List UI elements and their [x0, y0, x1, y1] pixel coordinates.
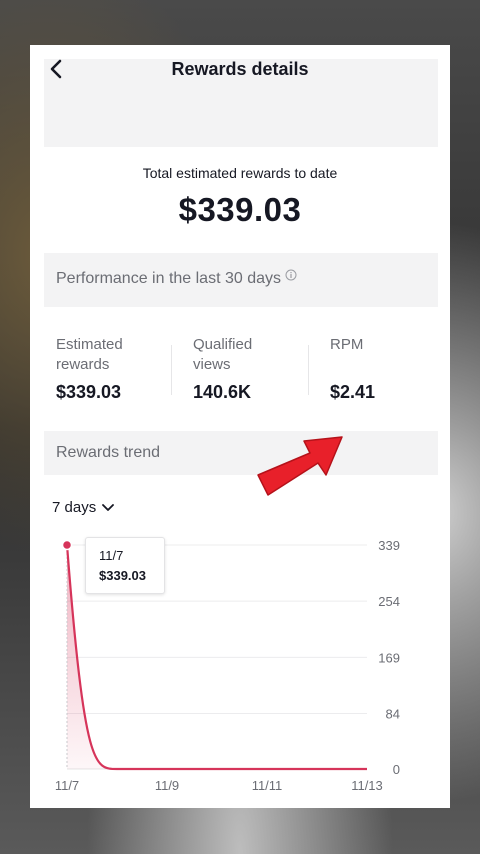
x-tick-label: 11/13: [351, 778, 383, 793]
y-tick-label: 339: [378, 538, 400, 553]
red-arrow-pointer: [257, 436, 343, 496]
data-point: [61, 539, 73, 551]
y-tick-label: 169: [378, 650, 400, 665]
x-tick-label: 11/7: [55, 778, 79, 793]
page-title: Rewards details: [171, 59, 309, 79]
tooltip-value: $339.03: [99, 568, 146, 583]
rewards-trend-chart: 0 84 169 254 339 11/7 11/9 11/11 11/13: [55, 538, 400, 793]
y-tick-label: 84: [386, 706, 400, 721]
tooltip-date: 11/7: [99, 548, 124, 563]
x-tick-label: 11/9: [155, 778, 179, 793]
y-tick-label: 254: [378, 594, 400, 609]
y-tick-label: 0: [393, 762, 400, 777]
rewards-details-card: Rewards details Total estimated rewards …: [30, 45, 450, 808]
x-tick-label: 11/11: [252, 778, 283, 793]
chart-tooltip: 11/7 $339.03: [85, 537, 165, 594]
